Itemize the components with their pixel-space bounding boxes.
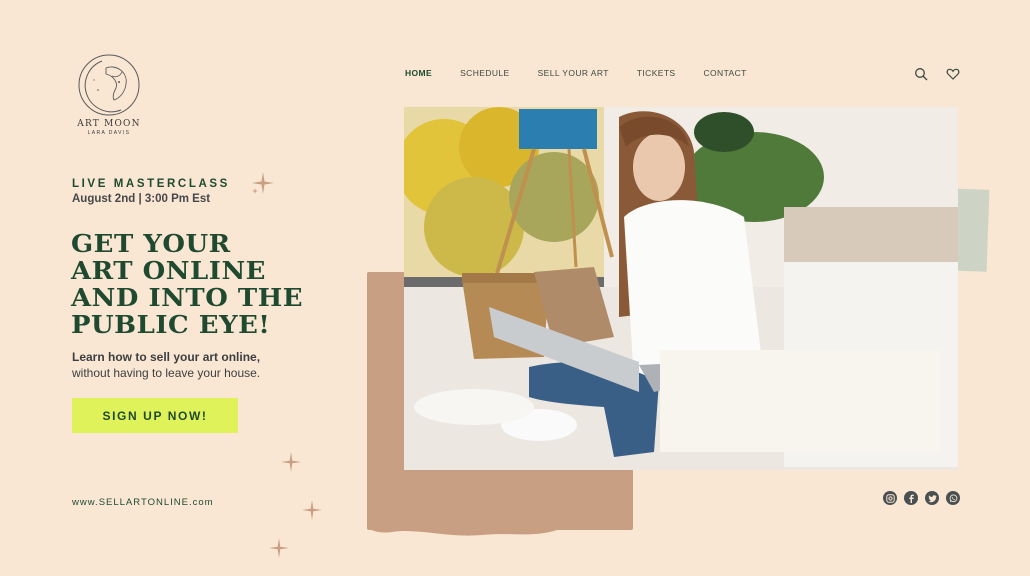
main-nav: HOME SCHEDULE SELL YOUR ART TICKETS CONT… — [405, 68, 747, 78]
nav-item-schedule[interactable]: SCHEDULE — [460, 68, 510, 78]
white-paper-shape — [660, 350, 940, 452]
whatsapp-icon[interactable] — [946, 491, 960, 505]
nav-item-home[interactable]: HOME — [405, 68, 432, 78]
event-type-label: LIVE MASTERCLASS — [72, 178, 230, 190]
search-icon[interactable] — [914, 67, 928, 81]
twitter-icon[interactable] — [925, 491, 939, 505]
nav-item-contact[interactable]: CONTACT — [704, 68, 747, 78]
brand-subtitle: LARA DAVIS — [87, 130, 131, 136]
headline-line: PUBLIC EYE! — [71, 310, 271, 339]
hero-description: Learn how to sell your art online, witho… — [72, 349, 260, 381]
sign-up-button[interactable]: SIGN UP NOW! — [72, 398, 238, 433]
sparkle-icon — [281, 452, 301, 472]
nav-item-tickets[interactable]: TICKETS — [637, 68, 676, 78]
facebook-icon[interactable] — [904, 491, 918, 505]
instagram-icon[interactable] — [883, 491, 897, 505]
nav-item-sell-your-art[interactable]: SELL YOUR ART — [538, 68, 609, 78]
torn-paper-edge — [367, 500, 633, 536]
lead-bold-text: Learn how to sell your art online, — [72, 350, 261, 364]
moon-face-logo-icon — [78, 54, 140, 116]
headline-line: GET YOUR — [71, 229, 231, 258]
heart-icon[interactable] — [946, 67, 960, 81]
brand-logo[interactable]: ART MOON LARA DAVIS — [70, 52, 148, 136]
sparkle-icon — [252, 172, 274, 194]
hero-headline: GET YOUR ART ONLINE AND INTO THE PUBLIC … — [71, 230, 395, 338]
social-links — [883, 491, 960, 505]
event-datetime: August 2nd | 3:00 Pm Est — [72, 193, 211, 205]
brand-name: ART MOON — [77, 119, 141, 129]
headline-line: ART ONLINE — [71, 256, 266, 285]
lead-text: without having to leave your house. — [72, 366, 261, 380]
headline-line: AND INTO THE — [71, 283, 304, 312]
sparkle-icon — [302, 500, 322, 520]
sparkle-icon — [269, 538, 289, 558]
header-actions — [914, 67, 960, 81]
website-link[interactable]: www.SELLARTONLINE.com — [72, 497, 214, 508]
